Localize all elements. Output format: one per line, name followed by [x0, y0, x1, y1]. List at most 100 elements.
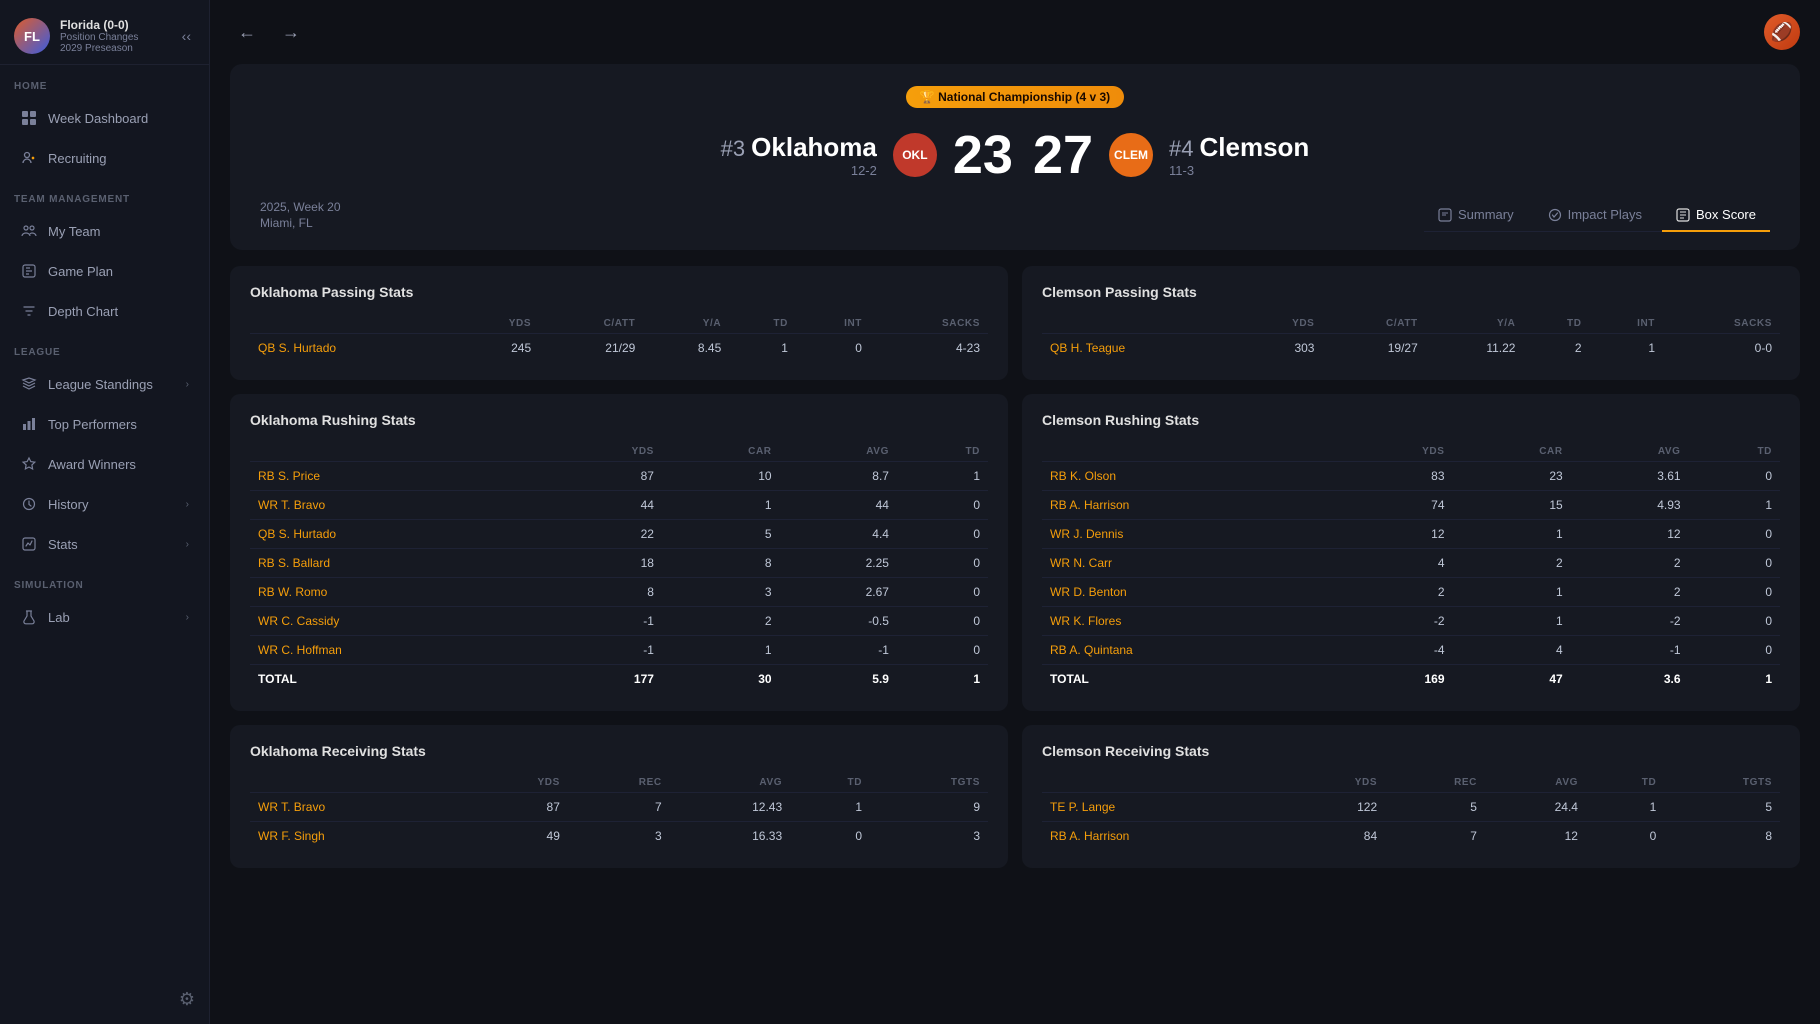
okl-pass-ya-0: 8.45	[643, 334, 729, 363]
game-badge: 🏆 National Championship (4 v 3)	[906, 86, 1124, 108]
okl-rush-total-row: TOTAL 177305.91	[250, 665, 988, 694]
sidebar-item-recruiting[interactable]: Recruiting	[6, 139, 203, 177]
clem-rush-p0[interactable]: RB K. Olson	[1050, 469, 1116, 483]
clem-rush-p1[interactable]: RB A. Harrison	[1050, 498, 1129, 512]
clem-rush-p2[interactable]: WR J. Dennis	[1050, 527, 1123, 541]
clem-pass-player-0[interactable]: QB H. Teague	[1050, 341, 1125, 355]
settings-icon[interactable]: ⚙	[179, 989, 195, 1010]
star-icon	[20, 455, 38, 473]
sidebar-item-history[interactable]: History ›	[6, 485, 203, 523]
okl-rush-p6[interactable]: WR C. Hoffman	[258, 643, 342, 657]
sidebar-label-lab: Lab	[48, 610, 70, 625]
team-icon	[20, 222, 38, 240]
game-card: 🏆 National Championship (4 v 3) #3 Oklah…	[230, 64, 1800, 250]
clem-rush-col-car: CAR	[1453, 442, 1571, 462]
clem-rec-col-tgts: TGTS	[1664, 773, 1780, 793]
okl-rec-col-rec: REC	[568, 773, 670, 793]
clem-rush-p6[interactable]: RB A. Quintana	[1050, 643, 1133, 657]
clem-pass-col-sacks: SACKS	[1663, 314, 1780, 334]
sidebar-item-depth-chart[interactable]: Depth Chart	[6, 292, 203, 330]
table-row: WR C. Hoffman -11-10	[250, 636, 988, 665]
clem-rush-p3[interactable]: WR N. Carr	[1050, 556, 1112, 570]
chart-icon	[20, 415, 38, 433]
sidebar-header: FL Florida (0-0) Position Changes 2029 P…	[0, 0, 209, 65]
clem-pass-col-int: INT	[1590, 314, 1663, 334]
sidebar-item-week-dashboard[interactable]: Week Dashboard	[6, 99, 203, 137]
tab-impact-plays[interactable]: Impact Plays	[1534, 199, 1656, 232]
tab-box-score[interactable]: Box Score	[1662, 199, 1770, 232]
okl-rush-p3[interactable]: RB S. Ballard	[258, 556, 330, 570]
okl-passing-card: Oklahoma Passing Stats YDS C/ATT Y/A TD …	[230, 266, 1008, 380]
clem-rushing-card: Clemson Rushing Stats YDS CAR AVG TD RB …	[1022, 394, 1800, 711]
sidebar-item-award-winners[interactable]: Award Winners	[6, 445, 203, 483]
table-row: RB A. Harrison 74154.931	[1042, 491, 1780, 520]
clem-rec-p0[interactable]: TE P. Lange	[1050, 800, 1115, 814]
okl-rec-p1[interactable]: WR F. Singh	[258, 829, 325, 843]
okl-rec-p0[interactable]: WR T. Bravo	[258, 800, 325, 814]
okl-pass-yds-0: 245	[455, 334, 539, 363]
okl-rec-col-player	[250, 773, 467, 793]
table-row: RB S. Ballard 1882.250	[250, 549, 988, 578]
okl-rec-col-avg: AVG	[670, 773, 790, 793]
chevron-right-icon-history: ›	[186, 499, 189, 510]
clem-pass-ya-0: 11.22	[1426, 334, 1524, 363]
history-icon	[20, 495, 38, 513]
sidebar-item-top-performers[interactable]: Top Performers	[6, 405, 203, 443]
sidebar-label-recruiting: Recruiting	[48, 151, 107, 166]
clem-pass-sacks-0: 0-0	[1663, 334, 1780, 363]
okl-rush-p2[interactable]: QB S. Hurtado	[258, 527, 336, 541]
user-sub1: Position Changes	[60, 32, 138, 43]
okl-pass-catt-0: 21/29	[539, 334, 643, 363]
tab-summary-label: Summary	[1458, 207, 1514, 222]
tab-summary[interactable]: Summary	[1424, 199, 1528, 232]
sidebar-item-game-plan[interactable]: Game Plan	[6, 252, 203, 290]
sidebar-collapse-button[interactable]: ‹‹	[178, 24, 195, 48]
game-score-row: #3 Oklahoma 12-2 OKL 23 27 CLEM #4 Clems…	[260, 124, 1770, 186]
sidebar-item-league-standings[interactable]: League Standings ›	[6, 365, 203, 403]
sidebar-label-depth-chart: Depth Chart	[48, 304, 118, 319]
okl-rush-p4[interactable]: RB W. Romo	[258, 585, 327, 599]
clem-rec-p1[interactable]: RB A. Harrison	[1050, 829, 1129, 843]
table-row: RB A. Quintana -44-10	[1042, 636, 1780, 665]
user-sub2: 2029 Preseason	[60, 43, 138, 54]
clem-receiving-card: Clemson Receiving Stats YDS REC AVG TD T…	[1022, 725, 1800, 868]
section-home-label: HOME	[0, 65, 209, 98]
okl-rush-p5[interactable]: WR C. Cassidy	[258, 614, 339, 628]
table-row: TE P. Lange 122524.415	[1042, 793, 1780, 822]
clem-rush-p5[interactable]: WR K. Flores	[1050, 614, 1121, 628]
table-row: WR K. Flores -21-20	[1042, 607, 1780, 636]
sidebar-item-stats[interactable]: Stats ›	[6, 525, 203, 563]
clem-pass-col-player	[1042, 314, 1239, 334]
section-team-label: TEAM MANAGEMENT	[0, 178, 209, 211]
okl-pass-player-0[interactable]: QB S. Hurtado	[258, 341, 336, 355]
table-row: QB H. Teague 303 19/27 11.22 2 1 0-0	[1042, 334, 1780, 363]
okl-rushing-title: Oklahoma Rushing Stats	[250, 412, 988, 428]
okl-receiving-card: Oklahoma Receiving Stats YDS REC AVG TD …	[230, 725, 1008, 868]
clem-receiving-table: YDS REC AVG TD TGTS TE P. Lange 122524.4…	[1042, 773, 1780, 850]
clem-pass-yds-0: 303	[1239, 334, 1322, 363]
table-row: WR N. Carr 4220	[1042, 549, 1780, 578]
clem-passing-card: Clemson Passing Stats YDS C/ATT Y/A TD I…	[1022, 266, 1800, 380]
chevron-right-icon: ›	[186, 379, 189, 390]
team2-rank: #4	[1169, 136, 1193, 162]
team2-name: Clemson	[1200, 132, 1310, 163]
back-button[interactable]: ←	[230, 18, 264, 47]
okl-rush-col-yds: YDS	[548, 442, 662, 462]
clem-rush-p4[interactable]: WR D. Benton	[1050, 585, 1127, 599]
okl-rush-p1[interactable]: WR T. Bravo	[258, 498, 325, 512]
sidebar-user-info: Florida (0-0) Position Changes 2029 Pres…	[60, 18, 138, 54]
okl-rec-col-tgts: TGTS	[870, 773, 988, 793]
table-row: QB S. Hurtado 2254.40	[250, 520, 988, 549]
forward-button[interactable]: →	[274, 18, 308, 47]
clem-rush-col-avg: AVG	[1571, 442, 1689, 462]
okl-pass-col-ya: Y/A	[643, 314, 729, 334]
clem-rush-total-label: TOTAL	[1042, 665, 1338, 694]
team2-logo: CLEM	[1109, 133, 1153, 177]
okl-pass-td-0: 1	[729, 334, 796, 363]
user-name: Florida (0-0)	[60, 18, 138, 32]
sidebar-item-lab[interactable]: Lab ›	[6, 598, 203, 636]
sidebar-item-my-team[interactable]: My Team	[6, 212, 203, 250]
okl-rush-p0[interactable]: RB S. Price	[258, 469, 320, 483]
section-simulation-label: SIMULATION	[0, 564, 209, 597]
table-row: RB S. Price 87108.71	[250, 462, 988, 491]
